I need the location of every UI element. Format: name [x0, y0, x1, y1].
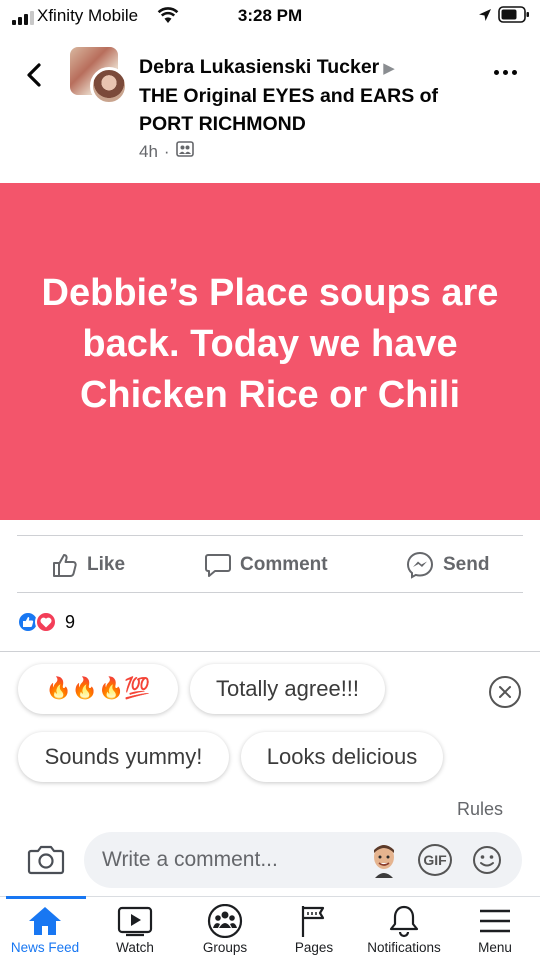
- location-arrow-icon: [478, 8, 492, 27]
- tab-menu[interactable]: Menu: [450, 897, 540, 960]
- back-button[interactable]: [20, 60, 50, 90]
- quick-reply-fire[interactable]: 🔥🔥🔥💯: [18, 664, 178, 714]
- close-icon: [499, 686, 511, 698]
- tab-label: Pages: [294, 940, 334, 955]
- quick-reply-label: Sounds yummy!: [44, 744, 203, 769]
- post-time: 4h: [139, 141, 158, 161]
- camera-icon: [27, 845, 65, 875]
- dot: [511, 69, 517, 75]
- pages-flag-icon: [299, 905, 329, 937]
- chevron-left-icon: [27, 63, 41, 87]
- comment-button[interactable]: Comment: [204, 549, 328, 581]
- tab-label: Menu: [478, 940, 512, 955]
- triangle-right-icon: ▶: [383, 60, 395, 77]
- post-meta: 4h ·: [139, 141, 194, 162]
- bottom-tab-bar: News Feed Watch Groups Pages Notificatio…: [0, 896, 540, 960]
- status-bar: Xfinity Mobile 3:28 PM: [0, 0, 540, 34]
- tab-label: Watch: [116, 940, 154, 955]
- avatar-face-icon: [374, 845, 394, 878]
- quick-reply-label: Totally agree!!!: [215, 676, 360, 701]
- tab-label: Groups: [202, 940, 248, 955]
- divider: [0, 651, 540, 652]
- comment-input[interactable]: [102, 832, 352, 888]
- like-label: Like: [87, 554, 126, 575]
- quick-reply-label: 🔥🔥🔥💯: [45, 677, 151, 700]
- avatar-sticker-button[interactable]: [370, 842, 398, 878]
- dot: [502, 69, 508, 75]
- messenger-icon: [406, 551, 434, 579]
- reaction-count: 9: [65, 611, 76, 632]
- send-label: Send: [443, 554, 490, 575]
- tab-label: Notifications: [367, 940, 441, 955]
- watch-icon: [117, 905, 153, 937]
- comment-composer[interactable]: GIF: [84, 832, 522, 888]
- rules-link[interactable]: Rules: [457, 799, 503, 820]
- gif-button[interactable]: GIF: [418, 844, 452, 876]
- meta-separator: ·: [163, 141, 170, 161]
- post-avatar[interactable]: [68, 45, 128, 105]
- post-text: Debbie’s Place soups are back. Today we …: [41, 272, 499, 416]
- quick-reply-label: Looks delicious: [266, 744, 418, 769]
- send-button[interactable]: Send: [405, 549, 489, 581]
- battery-icon: [498, 6, 530, 29]
- home-icon: [27, 905, 63, 937]
- group-name[interactable]: THE Original EYES and EARS of PORT RICHM…: [139, 82, 469, 138]
- tab-notifications[interactable]: Notifications: [358, 897, 450, 960]
- groups-icon: [207, 904, 243, 938]
- dot: [493, 69, 499, 75]
- emoji-button[interactable]: [472, 845, 502, 875]
- author-avatar: [90, 67, 128, 105]
- comment-bubble-icon: [205, 554, 231, 577]
- bell-icon: [388, 905, 420, 938]
- menu-icon: [478, 905, 512, 937]
- camera-button[interactable]: [27, 842, 65, 876]
- tab-pages[interactable]: Pages: [270, 897, 358, 960]
- dismiss-quick-replies-button[interactable]: [489, 676, 521, 708]
- quick-reply-looks-delicious[interactable]: Looks delicious: [241, 732, 443, 782]
- love-reaction-icon: [35, 611, 57, 633]
- author-name[interactable]: Debra Lukasienski Tucker: [139, 56, 379, 78]
- tab-news-feed[interactable]: News Feed: [0, 897, 90, 960]
- more-options-button[interactable]: [490, 62, 520, 82]
- status-time: 3:28 PM: [237, 6, 303, 25]
- group-members-icon: [175, 141, 194, 162]
- post-text-card[interactable]: Debbie’s Place soups are back. Today we …: [0, 183, 540, 520]
- reactions-summary[interactable]: 9: [17, 611, 75, 633]
- tab-label: News Feed: [10, 940, 80, 955]
- tab-groups[interactable]: Groups: [180, 897, 270, 960]
- smiley-icon: [473, 846, 501, 874]
- divider: [17, 592, 523, 593]
- quick-reply-totally-agree[interactable]: Totally agree!!!: [190, 664, 385, 714]
- divider: [17, 535, 523, 536]
- quick-reply-sounds-yummy[interactable]: Sounds yummy!: [18, 732, 229, 782]
- thumbs-up-icon: [53, 554, 77, 577]
- comment-label: Comment: [240, 554, 328, 575]
- tab-watch[interactable]: Watch: [90, 897, 180, 960]
- like-button[interactable]: Like: [51, 549, 125, 581]
